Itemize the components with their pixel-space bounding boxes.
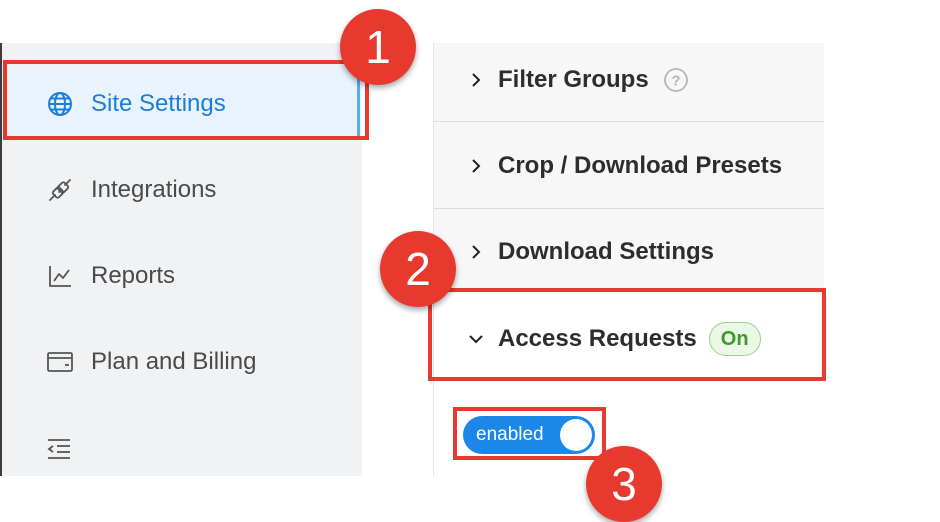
highlight-box-1: [3, 60, 369, 140]
wallet-icon: [46, 348, 74, 376]
highlight-box-2: [428, 288, 826, 381]
svg-text:?: ?: [671, 73, 680, 90]
step-marker-1: 1: [340, 9, 416, 85]
section-label: Filter Groups: [498, 66, 649, 93]
section-divider: [434, 121, 824, 122]
step-marker-3: 3: [586, 446, 662, 522]
help-icon[interactable]: ?: [663, 67, 689, 93]
screenshot-stage: Site Settings Integrations Reports Plan …: [0, 0, 940, 522]
section-filter-groups[interactable]: Filter Groups ?: [434, 37, 824, 123]
sidebar-item-reports[interactable]: Reports: [8, 240, 360, 312]
sidebar-item-plan-and-billing[interactable]: Plan and Billing: [8, 326, 360, 398]
chevron-right-icon: [468, 244, 484, 260]
collapse-sidebar-icon[interactable]: [45, 437, 73, 463]
chevron-right-icon: [468, 72, 484, 88]
chevron-right-icon: [468, 158, 484, 174]
section-crop-download-presets[interactable]: Crop / Download Presets: [434, 123, 824, 209]
sidebar-item-label: Reports: [91, 262, 176, 289]
section-download-settings[interactable]: Download Settings: [434, 209, 824, 295]
sidebar-item-integrations[interactable]: Integrations: [8, 154, 360, 226]
step-marker-2: 2: [380, 231, 456, 307]
section-label: Crop / Download Presets: [498, 152, 783, 179]
chart-icon: [46, 262, 74, 290]
sidebar-item-label: Integrations: [91, 176, 217, 203]
highlight-box-3: [453, 407, 606, 460]
sidebar-edge: [0, 43, 2, 476]
section-label: Download Settings: [498, 238, 714, 265]
plug-icon: [46, 176, 74, 204]
sidebar-item-label: Plan and Billing: [91, 348, 257, 375]
